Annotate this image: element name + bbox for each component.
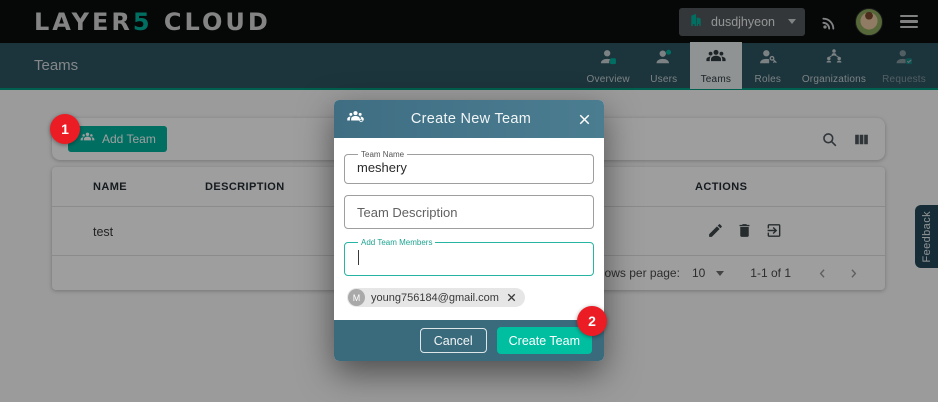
layer5-cloud-app: LAYER5 CLOUD dusdjhyeon Teams bbox=[0, 0, 938, 402]
modal-body: Team Name Add Team Members M young756184… bbox=[334, 138, 604, 320]
modal-footer: Cancel Create Team bbox=[334, 320, 604, 361]
team-name-input[interactable] bbox=[353, 159, 585, 177]
team-description-input[interactable] bbox=[344, 195, 594, 229]
close-icon[interactable] bbox=[576, 111, 593, 128]
modal-title: Create New Team bbox=[366, 111, 576, 127]
annotation-step-2: 2 bbox=[577, 306, 607, 336]
group-icon bbox=[345, 108, 366, 131]
cancel-button[interactable]: Cancel bbox=[420, 328, 487, 353]
annotation-step-1: 1 bbox=[50, 114, 80, 144]
chip-avatar: M bbox=[348, 289, 365, 306]
text-cursor bbox=[358, 250, 359, 265]
member-email-chip[interactable]: M young756184@gmail.com bbox=[347, 288, 525, 307]
chip-email-label: young756184@gmail.com bbox=[371, 292, 499, 304]
create-team-button[interactable]: Create Team bbox=[497, 327, 592, 354]
modal-header: Create New Team bbox=[334, 100, 604, 138]
team-name-field: Team Name bbox=[344, 150, 594, 184]
team-name-label: Team Name bbox=[358, 150, 407, 159]
create-team-modal: Create New Team Team Name Add Team Membe… bbox=[334, 100, 604, 361]
add-team-members-label: Add Team Members bbox=[358, 238, 435, 247]
chip-remove-icon[interactable] bbox=[505, 291, 518, 304]
add-team-members-field[interactable]: Add Team Members bbox=[344, 238, 594, 276]
